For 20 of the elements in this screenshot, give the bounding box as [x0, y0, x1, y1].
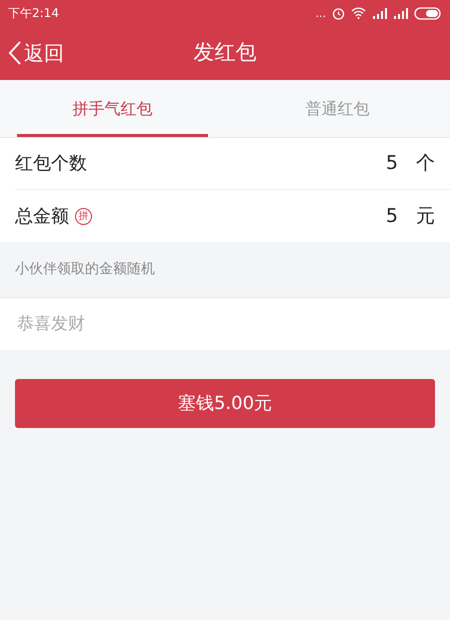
row-label: 红包个数 — [15, 152, 87, 176]
value-field[interactable]: 5 — [338, 149, 398, 178]
submit-button[interactable]: 塞钱5.00元 — [15, 379, 435, 428]
status-time: 下午2:14 — [8, 5, 59, 22]
signal-icon — [372, 8, 387, 18]
row-label: 总金额 — [15, 204, 69, 228]
back-button[interactable]: 返回 — [8, 38, 64, 68]
unit-label: 元 — [416, 204, 435, 229]
pin-badge: 拼 — [75, 208, 92, 224]
value-field[interactable]: 5 — [338, 202, 398, 230]
signal-icon — [393, 8, 408, 18]
tab[interactable]: 普通红包 — [242, 80, 433, 137]
status-dots: ... — [316, 8, 326, 18]
alarm-icon — [332, 6, 345, 20]
battery-icon — [414, 6, 442, 20]
unit-label: 个 — [416, 151, 435, 176]
chevron-left-icon — [8, 40, 22, 66]
wifi-icon — [351, 7, 366, 19]
hint-text: 小伙伴领取的金额随机 — [15, 260, 155, 279]
page-title: 发红包 — [194, 39, 256, 66]
